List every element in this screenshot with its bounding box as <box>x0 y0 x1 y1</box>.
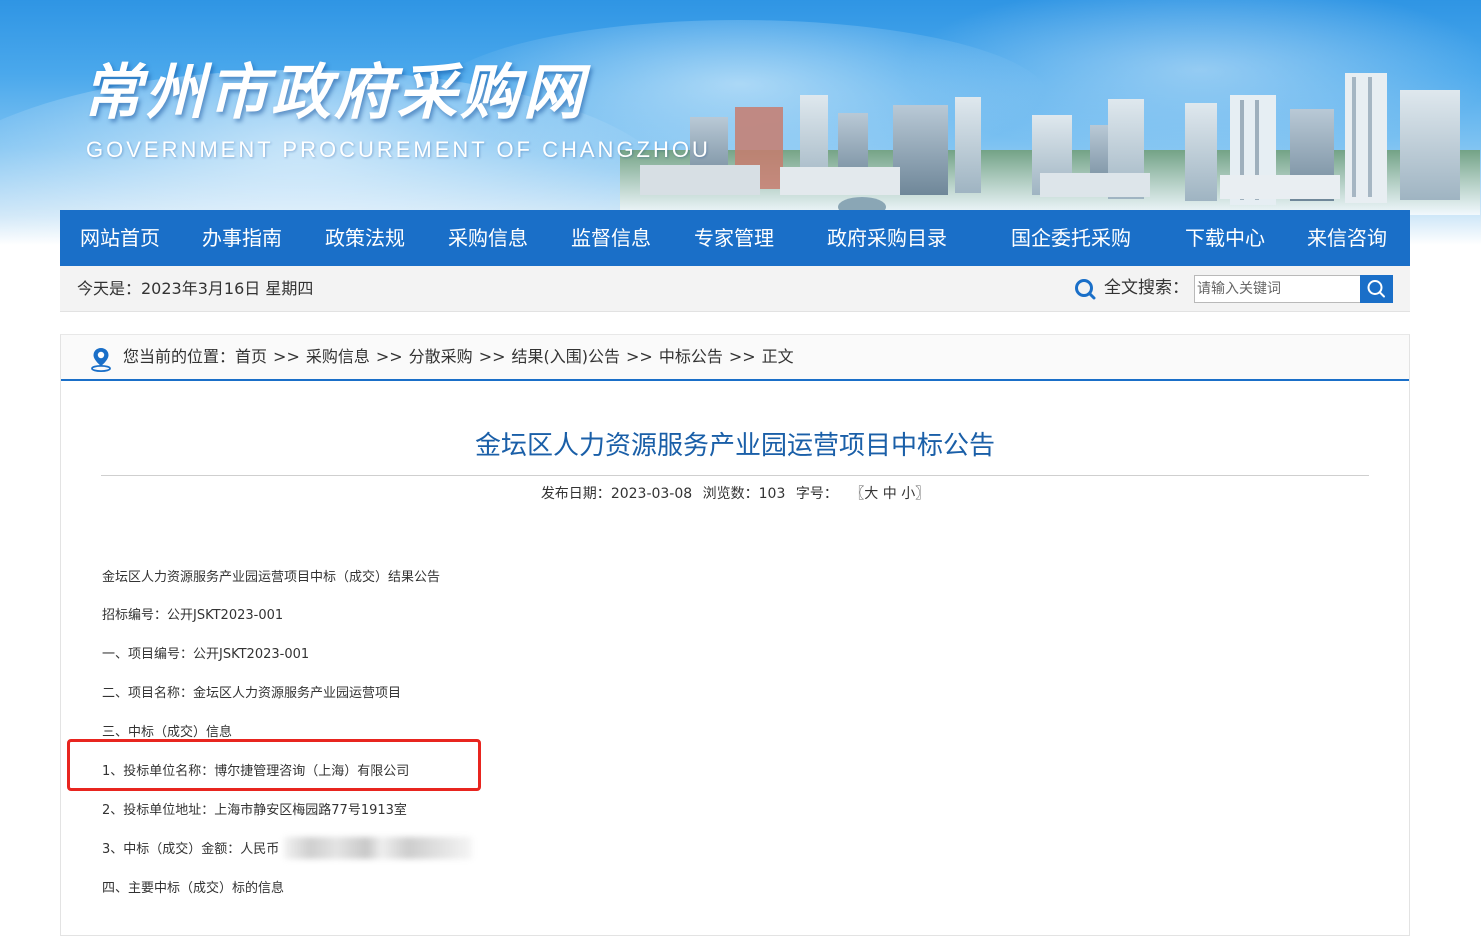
breadcrumb-current: 正文 <box>761 347 794 366</box>
nav-item-policy[interactable]: 政策法规 <box>325 210 405 266</box>
article-paragraph: 四、主要中标（成交）标的信息 <box>102 881 285 896</box>
breadcrumb-trail: 您当前的位置：首页 >> 采购信息 >> 分散采购 >> 结果(入围)公告 >> 中标公告 >> 正… <box>123 335 794 379</box>
today-date: 今天是：2023年3月16日 星期四 <box>77 279 314 298</box>
breadcrumb-link-award-notice[interactable]: 中标公告 <box>659 347 723 366</box>
search-icon <box>1075 279 1096 300</box>
nav-item-experts[interactable]: 专家管理 <box>694 210 774 266</box>
redacted-amount <box>284 837 472 859</box>
breadcrumb-prefix: 您当前的位置： <box>123 347 236 366</box>
breadcrumb-separator: >> <box>273 347 300 366</box>
location-pin-icon <box>91 348 111 372</box>
breadcrumb-link-procurement-info[interactable]: 采购信息 <box>306 347 370 366</box>
info-bar: 今天是：2023年3月16日 星期四 全文搜索： <box>60 266 1410 312</box>
font-size-small-link[interactable]: 小 <box>901 486 915 502</box>
nav-item-supervision[interactable]: 监督信息 <box>571 210 651 266</box>
breadcrumb-link-results[interactable]: 结果(入围)公告 <box>512 347 621 366</box>
site-title: 常州市政府采购网 <box>82 58 586 128</box>
font-size-label: 字号： <box>795 486 838 502</box>
search-input[interactable] <box>1194 275 1362 303</box>
nav-item-procurement-info[interactable]: 采购信息 <box>448 210 528 266</box>
nav-item-downloads[interactable]: 下载中心 <box>1185 210 1265 266</box>
breadcrumb-separator: >> <box>478 347 506 366</box>
breadcrumb-separator: >> <box>375 347 403 366</box>
article-paragraph: 二、项目名称：金坛区人力资源服务产业园运营项目 <box>102 686 402 701</box>
article-paragraph: 2、投标单位地址：上海市静安区梅园路77号1913室 <box>102 803 407 818</box>
breadcrumb-separator: >> <box>728 347 756 366</box>
nav-item-home[interactable]: 网站首页 <box>80 210 160 266</box>
search-label: 全文搜索： <box>1104 278 1189 298</box>
nav-item-catalog[interactable]: 政府采购目录 <box>827 210 947 266</box>
content-panel: 您当前的位置：首页 >> 采购信息 >> 分散采购 >> 结果(入围)公告 >> 中标公告 >> 正… <box>60 334 1410 936</box>
article-paragraph: 一、项目编号：公开JSKT2023-001 <box>102 647 310 662</box>
font-size-medium-link[interactable]: 中 <box>883 486 897 502</box>
nav-item-soe-procurement[interactable]: 国企委托采购 <box>1011 210 1131 266</box>
breadcrumb-link-decentralized[interactable]: 分散采购 <box>409 347 473 366</box>
font-size-bracket-close: 〗 <box>915 486 930 502</box>
views-label: 浏览数： <box>702 486 759 502</box>
magnifier-icon <box>1367 280 1385 298</box>
breadcrumb-link-home[interactable]: 首页 <box>235 347 267 366</box>
city-skyline-image <box>620 73 1480 215</box>
main-nav: 网站首页 办事指南 政策法规 采购信息 监督信息 专家管理 政府采购目录 国企委… <box>60 210 1410 266</box>
article-paragraph: 招标编号：公开JSKT2023-001 <box>102 608 284 623</box>
highlight-annotation-box <box>67 739 481 791</box>
article-paragraph: 金坛区人力资源服务产业园运营项目中标（成交）结果公告 <box>102 570 441 585</box>
article-paragraph: 3、中标（成交）金额：人民币 <box>102 842 280 857</box>
article-paragraph: 三、中标（成交）信息 <box>102 725 233 740</box>
nav-item-guide[interactable]: 办事指南 <box>202 210 282 266</box>
title-divider <box>101 475 1369 476</box>
nav-item-consult[interactable]: 来信咨询 <box>1307 210 1387 266</box>
publish-date: 2023-03-08 <box>610 486 693 502</box>
font-size-large-link[interactable]: 大 <box>864 486 878 502</box>
search-button[interactable] <box>1360 275 1393 303</box>
views-count: 103 <box>758 486 786 502</box>
breadcrumb: 您当前的位置：首页 >> 采购信息 >> 分散采购 >> 结果(入围)公告 >> 中标公告 >> 正… <box>61 335 1409 381</box>
font-size-bracket-open: 〖 <box>850 486 865 502</box>
publish-date-label: 发布日期： <box>540 486 611 502</box>
article-title: 金坛区人力资源服务产业园运营项目中标公告 <box>474 431 995 461</box>
site-subtitle: GOVERNMENT PROCUREMENT OF CHANGZHOU <box>86 137 711 162</box>
article-meta: 发布日期：2023-03-08 浏览数：103 字号： 〖大 中 小〗 <box>61 483 1409 503</box>
header-banner: 常州市政府采购网 GOVERNMENT PROCUREMENT OF CHANG… <box>0 0 1481 245</box>
breadcrumb-separator: >> <box>626 347 653 366</box>
